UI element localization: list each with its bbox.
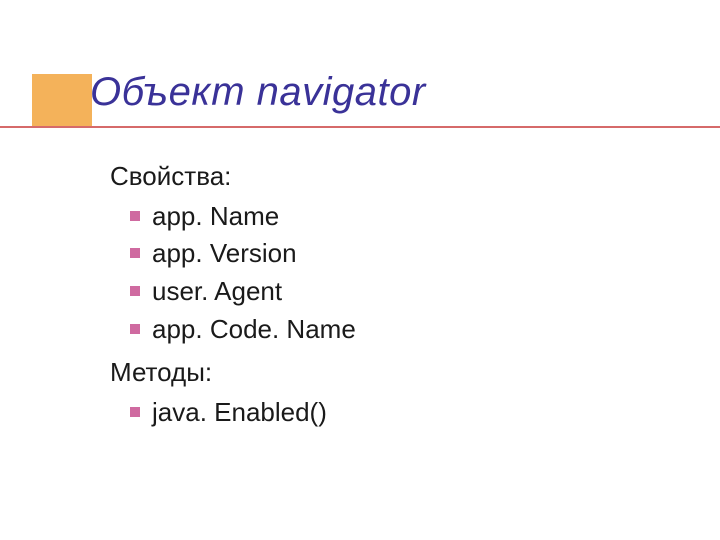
list-item: app. Version — [130, 235, 356, 273]
bullet-icon — [130, 407, 140, 417]
list-item-text: app. Version — [152, 238, 297, 268]
slide-title: Объект navigator — [90, 70, 426, 115]
list-item-text: user. Agent — [152, 276, 282, 306]
title-accent-block — [32, 74, 92, 128]
slide-body: Свойства: app. Name app. Version user. A… — [110, 158, 356, 438]
list-item: java. Enabled() — [130, 394, 356, 432]
properties-list: app. Name app. Version user. Agent app. … — [110, 198, 356, 349]
list-item: app. Code. Name — [130, 311, 356, 349]
bullet-icon — [130, 324, 140, 334]
title-underline — [0, 126, 720, 128]
bullet-icon — [130, 248, 140, 258]
methods-label: Методы: — [110, 354, 356, 392]
list-item-text: java. Enabled() — [152, 397, 327, 427]
bullet-icon — [130, 211, 140, 221]
methods-list: java. Enabled() — [110, 394, 356, 432]
list-item: user. Agent — [130, 273, 356, 311]
bullet-icon — [130, 286, 140, 296]
list-item-text: app. Name — [152, 201, 279, 231]
properties-label: Свойства: — [110, 158, 356, 196]
list-item-text: app. Code. Name — [152, 314, 356, 344]
list-item: app. Name — [130, 198, 356, 236]
